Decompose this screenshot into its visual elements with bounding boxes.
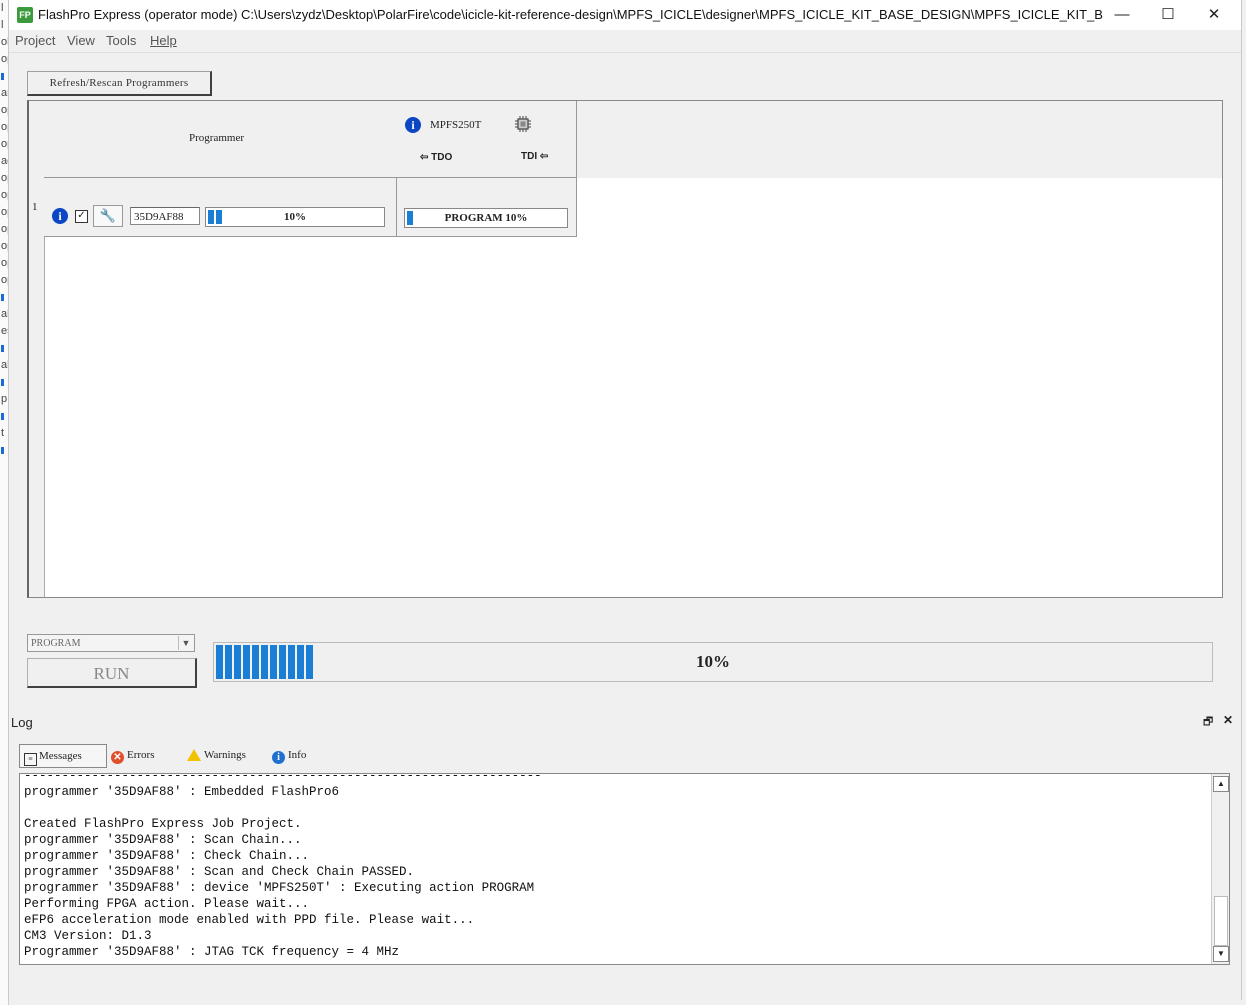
programmer-progress-label: 10% xyxy=(284,211,306,223)
device-column-header: i MPFS250T ⇦ TDO TDI ⇦ xyxy=(396,101,577,178)
device-info-icon[interactable]: i xyxy=(405,117,421,133)
tdi-label: TDI ⇦ xyxy=(521,151,549,162)
action-dropdown[interactable]: PROGRAM ▼ xyxy=(27,634,195,652)
action-dropdown-value: PROGRAM xyxy=(31,638,81,649)
log-scrollbar[interactable]: ▲ ▼ xyxy=(1211,774,1229,964)
scroll-thumb[interactable] xyxy=(1214,896,1228,946)
run-button[interactable]: RUN xyxy=(27,658,197,688)
flashpro-app-icon: FP xyxy=(17,7,33,23)
close-icon[interactable]: ✕ xyxy=(1191,0,1237,30)
log-line: CM3 Version: D1.3 xyxy=(24,929,152,943)
device-cell: PROGRAM 10% xyxy=(397,178,576,236)
tab-messages-label: Messages xyxy=(39,750,82,762)
main-progress-bar: 10% xyxy=(213,642,1213,682)
table-row[interactable]: i ✓ 🔧 35D9AF88 10% PROGRAM 10% xyxy=(44,178,577,237)
device-status-label: PROGRAM 10% xyxy=(444,212,528,224)
row-number: 1 xyxy=(32,201,38,213)
title-bar: FP FlashPro Express (operator mode) C:\U… xyxy=(9,0,1241,30)
minimize-icon[interactable]: — xyxy=(1099,0,1145,30)
tab-messages[interactable]: ≡ Messages xyxy=(19,744,107,768)
log-line: ----------------------------------------… xyxy=(24,774,542,783)
restore-icon[interactable]: 🗗 xyxy=(1203,713,1213,732)
tab-errors-label: Errors xyxy=(127,749,155,761)
programmer-enable-checkbox[interactable]: ✓ xyxy=(75,210,88,223)
chevron-down-icon[interactable]: ▼ xyxy=(178,636,193,650)
tdo-label: ⇦ TDO xyxy=(420,152,453,163)
maximize-icon[interactable]: ☐ xyxy=(1145,0,1191,30)
menu-tools[interactable]: Tools xyxy=(106,33,136,48)
log-line: programmer '35D9AF88' : Check Chain... xyxy=(24,849,310,863)
programmer-column-header: Programmer xyxy=(44,101,397,178)
programmer-settings-icon[interactable]: 🔧 xyxy=(93,205,123,227)
refresh-rescan-button[interactable]: Refresh/Rescan Programmers xyxy=(27,71,212,96)
log-line: programmer '35D9AF88' : device 'MPFS250T… xyxy=(24,881,535,895)
menu-help[interactable]: Help xyxy=(150,33,177,48)
flashpro-window: FP FlashPro Express (operator mode) C:\U… xyxy=(8,0,1242,1000)
row-header-column xyxy=(29,101,45,597)
menu-bar: Project View Tools Help xyxy=(9,30,1241,53)
programmer-progress-bar: 10% xyxy=(205,207,385,227)
status-bar xyxy=(9,972,1241,998)
log-line: Performing FPGA action. Please wait... xyxy=(24,897,310,911)
log-line: Created FlashPro Express Job Project. xyxy=(24,817,302,831)
device-name: MPFS250T xyxy=(430,119,482,131)
device-progress-bar: PROGRAM 10% xyxy=(404,208,568,228)
log-messages-panel[interactable]: ----------------------------------------… xyxy=(19,773,1230,965)
log-line: Programmer '35D9AF88' : JTAG TCK frequen… xyxy=(24,945,400,959)
tab-warnings-label: Warnings xyxy=(204,749,246,761)
menu-view[interactable]: View xyxy=(67,33,95,48)
programmer-cell: i ✓ 🔧 35D9AF88 10% xyxy=(44,178,397,236)
error-icon: ✕ xyxy=(111,751,124,764)
tab-info[interactable]: i Info xyxy=(272,744,306,766)
tab-errors[interactable]: ✕ Errors xyxy=(111,744,155,766)
log-line: programmer '35D9AF88' : Scan and Check C… xyxy=(24,865,415,879)
messages-icon: ≡ xyxy=(24,753,37,766)
programmer-header-label: Programmer xyxy=(189,132,244,144)
log-lines: ----------------------------------------… xyxy=(24,774,1214,960)
main-progress-label: 10% xyxy=(696,652,730,671)
menu-project[interactable]: Project xyxy=(15,33,55,48)
scroll-down-icon[interactable]: ▼ xyxy=(1213,946,1229,962)
info-icon: i xyxy=(272,751,285,764)
log-title: Log xyxy=(11,715,33,730)
window-title: FlashPro Express (operator mode) C:\User… xyxy=(38,7,1103,22)
log-line: eFP6 acceleration mode enabled with PPD … xyxy=(24,913,475,927)
warning-icon xyxy=(187,749,201,762)
programmer-grid: 1 Programmer i MPFS250T ⇦ TDO TDI ⇦ i ✓ … xyxy=(27,100,1223,598)
chip-icon[interactable] xyxy=(514,115,532,133)
tab-info-label: Info xyxy=(288,749,307,761)
log-line: programmer '35D9AF88' : Embedded FlashPr… xyxy=(24,785,340,799)
programmer-id-field: 35D9AF88 xyxy=(130,207,200,225)
scroll-up-icon[interactable]: ▲ xyxy=(1213,776,1229,792)
tab-warnings[interactable]: Warnings xyxy=(187,744,246,766)
log-line: programmer '35D9AF88' : Scan Chain... xyxy=(24,833,302,847)
log-close-icon[interactable]: ✕ xyxy=(1223,713,1233,727)
programmer-info-icon[interactable]: i xyxy=(52,208,68,224)
